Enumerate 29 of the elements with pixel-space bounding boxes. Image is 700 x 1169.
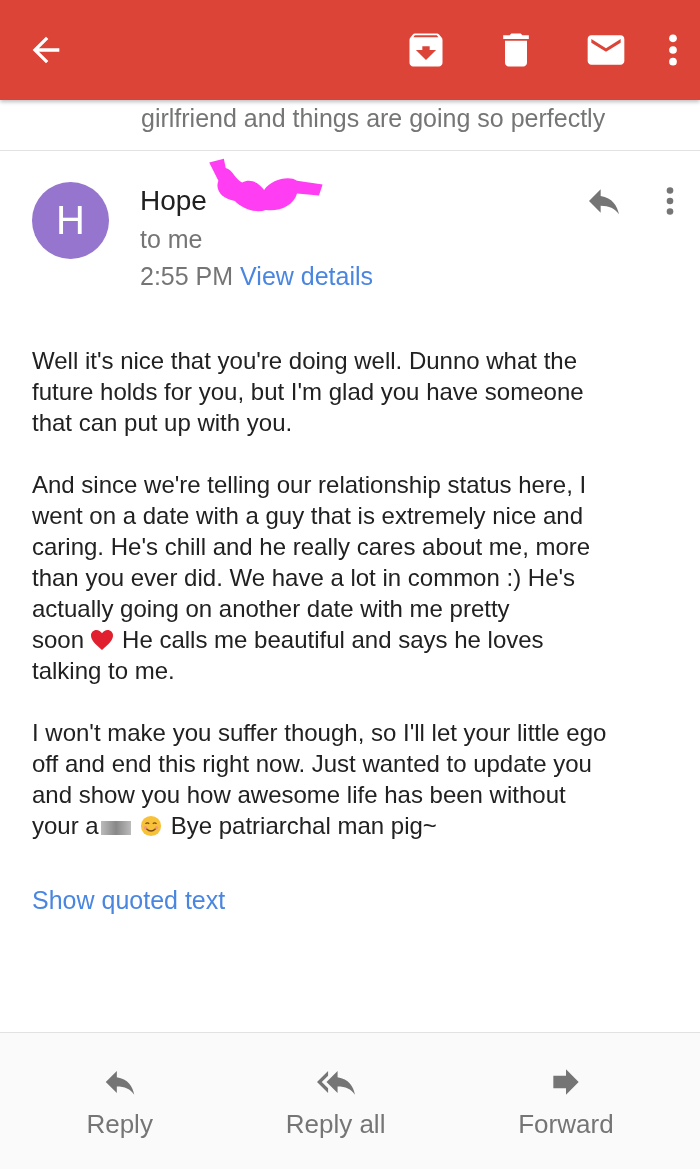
sender-name: Hope bbox=[140, 185, 207, 217]
action-button[interactable]: Reply all bbox=[275, 1056, 396, 1146]
blurred-redaction bbox=[100, 820, 131, 835]
message-text: talking to me. bbox=[32, 656, 175, 686]
message-text: caring. He's chill and he really cares about me, more bbox=[32, 532, 591, 562]
message-text: He calls me beautiful and says he loves bbox=[122, 625, 544, 655]
message-text: off and end this right now. Just wanted to update you bbox=[32, 749, 592, 779]
message-text: Well it's nice that you're doing well. Dunno what the bbox=[32, 346, 577, 376]
message-text: Bye patriarchal man pig~ bbox=[170, 811, 437, 841]
message-text: soon bbox=[32, 625, 85, 655]
message-text: And since we're telling our relationship status here, I bbox=[32, 470, 587, 500]
message-text: than you ever did. We have a lot in common :) He's bbox=[32, 563, 576, 593]
message-text: actually going on another date with me pretty bbox=[32, 594, 510, 624]
message-text: went on a date with a guy that is extremely nice and bbox=[32, 501, 583, 531]
message-text: future holds for you, but I'm glad you have someone bbox=[32, 377, 584, 407]
show-quoted-text-link[interactable]: Show quoted text bbox=[32, 886, 226, 915]
message-text: that can put up with you. bbox=[32, 408, 293, 438]
previous-message-snippet: girlfriend and things are going so perfectly bbox=[141, 104, 606, 133]
message-text: and show you how awesome life has been without bbox=[32, 780, 566, 810]
sent-time: 2:55 PM bbox=[140, 262, 234, 291]
smiling-face-icon bbox=[138, 814, 163, 837]
message-text: I won't make you suffer though, so I'll let your little ego bbox=[32, 718, 607, 748]
view-details-link[interactable]: View details bbox=[240, 262, 374, 291]
message-text: your a bbox=[32, 811, 99, 841]
recipient-label: to me bbox=[140, 225, 203, 254]
action-button[interactable]: Forward bbox=[508, 1056, 624, 1146]
action-button[interactable]: Reply bbox=[76, 1056, 163, 1146]
sender-avatar: H bbox=[32, 182, 109, 259]
heart-icon bbox=[90, 628, 115, 651]
